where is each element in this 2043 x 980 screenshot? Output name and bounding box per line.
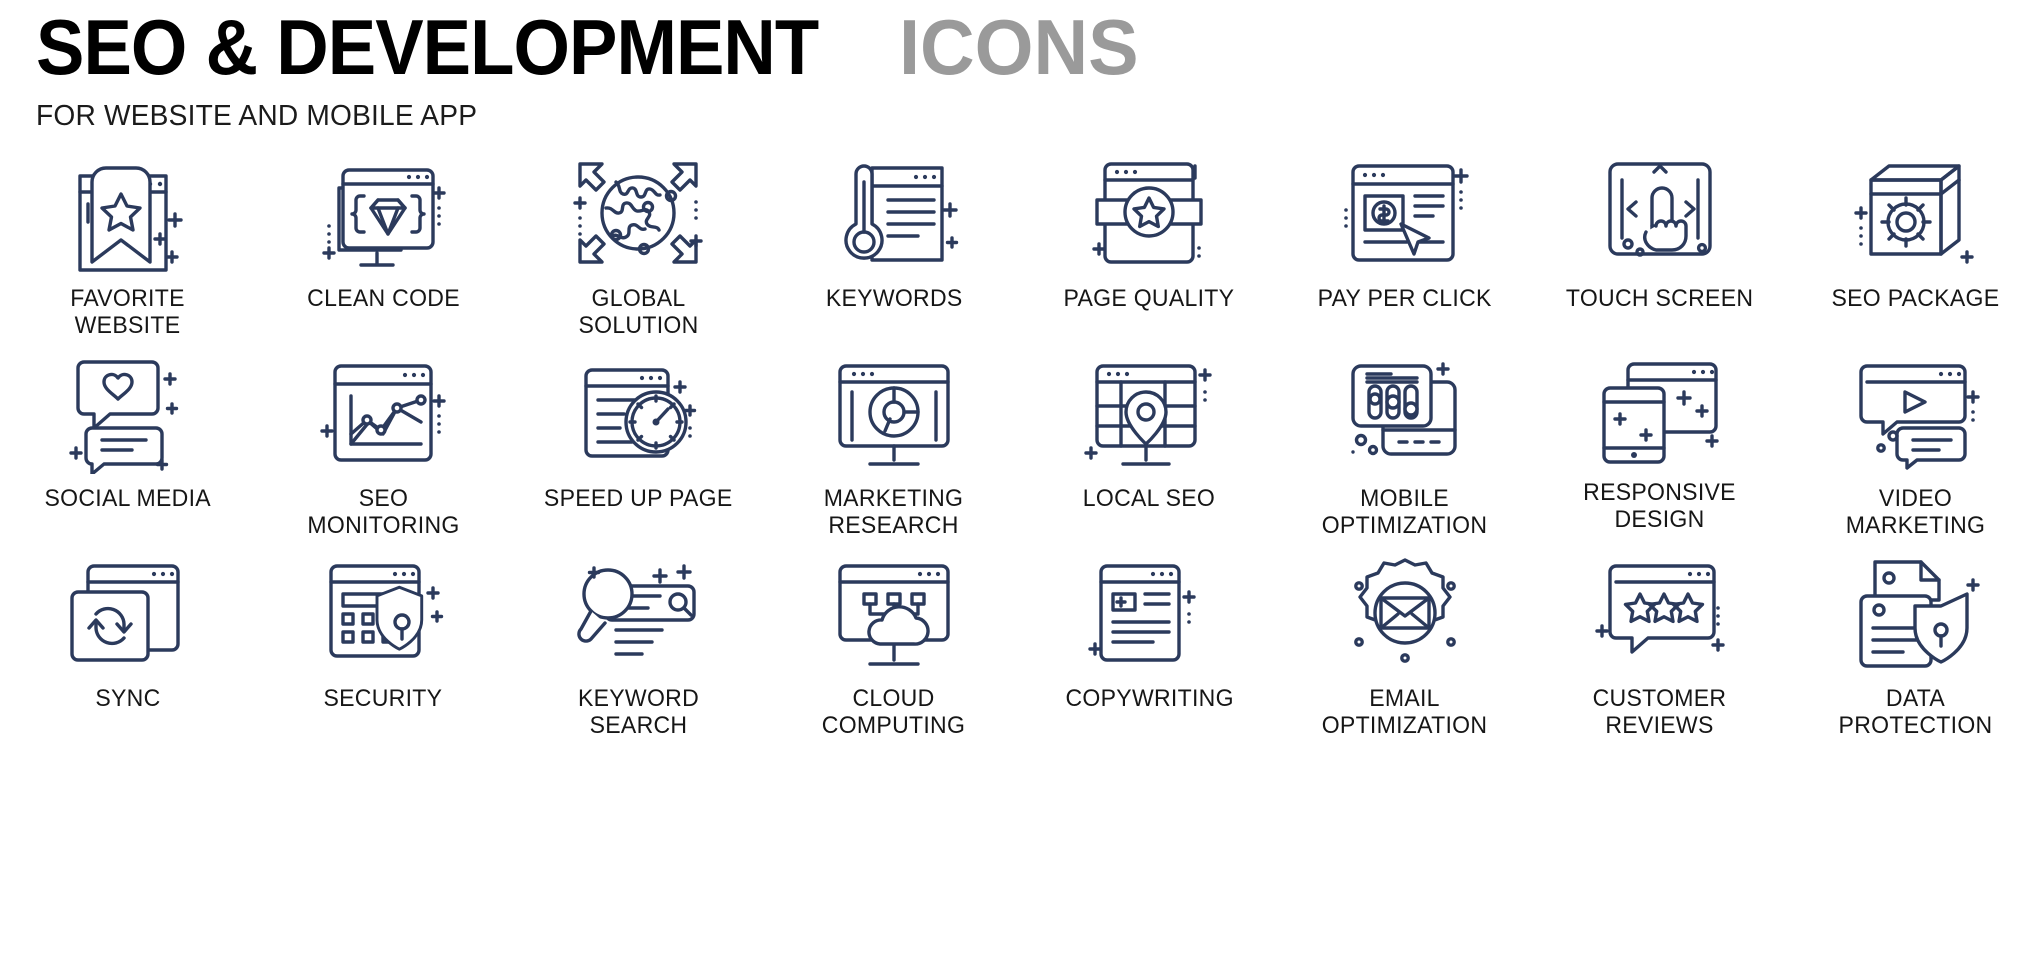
icon-label: SECURITY	[323, 685, 443, 712]
mobile-optimization-icon	[1335, 348, 1475, 478]
icon-cell-seo-monitoring[interactable]: SEO MONITORING	[255, 348, 510, 548]
icon-cell-responsive-design[interactable]: RESPONSIVE DESIGN	[1532, 348, 1787, 548]
icon-label: MOBILE OPTIMIZATION	[1321, 485, 1488, 539]
pay-per-click-icon	[1335, 148, 1475, 278]
icon-label: SEO PACKAGE	[1831, 285, 2000, 312]
clean-code-icon	[313, 148, 453, 278]
copywriting-icon	[1079, 548, 1219, 678]
icon-grid: FAVORITE WEBSITE CLEAN CODE GLOBAL SOLUT…	[0, 148, 2043, 748]
icon-label: MARKETING RESEARCH	[824, 485, 964, 539]
icon-cell-sync[interactable]: SYNC	[0, 548, 255, 748]
icon-label: TOUCH SCREEN	[1566, 285, 1754, 312]
icon-cell-local-seo[interactable]: LOCAL SEO	[1022, 348, 1277, 548]
marketing-research-icon	[824, 348, 964, 478]
icon-label: DATA PROTECTION	[1838, 685, 1993, 739]
icon-cell-cloud-computing[interactable]: CLOUD COMPUTING	[766, 548, 1021, 748]
seo-package-icon	[1845, 148, 1985, 278]
icon-label: VIDEO MARKETING	[1845, 485, 1986, 539]
title-line: SEO & DEVELOPMENT ICONS	[36, 8, 1146, 86]
icon-label: RESPONSIVE DESIGN	[1583, 479, 1737, 533]
keywords-icon	[824, 148, 964, 278]
icon-cell-pay-per-click[interactable]: PAY PER CLICK	[1277, 148, 1532, 348]
icon-cell-touch-screen[interactable]: TOUCH SCREEN	[1532, 148, 1787, 348]
icon-cell-favorite-website[interactable]: FAVORITE WEBSITE	[0, 148, 255, 348]
email-optimization-icon	[1335, 548, 1475, 678]
icon-label: FAVORITE WEBSITE	[70, 285, 185, 339]
icon-label: CLOUD COMPUTING	[822, 685, 966, 739]
icon-label: KEYWORDS	[825, 285, 963, 312]
icon-sheet: SEO & DEVELOPMENT ICONS FOR WEBSITE AND …	[0, 0, 2043, 980]
touch-screen-icon	[1590, 148, 1730, 278]
icon-label: EMAIL OPTIMIZATION	[1321, 685, 1488, 739]
icon-label: SOCIAL MEDIA	[44, 485, 211, 512]
social-media-icon	[58, 348, 198, 478]
icon-cell-security[interactable]: SECURITY	[255, 548, 510, 748]
page-title: SEO & DEVELOPMENT	[36, 3, 819, 91]
icon-cell-global-solution[interactable]: GLOBAL SOLUTION	[511, 148, 766, 348]
icon-label: SEO MONITORING	[306, 485, 460, 539]
seo-monitoring-icon	[313, 348, 453, 478]
icon-cell-social-media[interactable]: SOCIAL MEDIA	[0, 348, 255, 548]
responsive-design-icon	[1590, 348, 1730, 478]
page-header: SEO & DEVELOPMENT ICONS FOR WEBSITE AND …	[36, 8, 1146, 133]
speed-up-page-icon	[568, 348, 708, 478]
icon-cell-copywriting[interactable]: COPYWRITING	[1022, 548, 1277, 748]
icon-cell-email-optimization[interactable]: EMAIL OPTIMIZATION	[1277, 548, 1532, 748]
icon-cell-speed-up-page[interactable]: SPEED UP PAGE	[511, 348, 766, 548]
customer-reviews-icon	[1590, 548, 1730, 678]
icon-label: COPYWRITING	[1065, 685, 1234, 712]
cloud-computing-icon	[824, 548, 964, 678]
sync-icon	[58, 548, 198, 678]
icon-label: KEYWORD SEARCH	[577, 685, 699, 739]
data-protection-icon	[1845, 548, 1985, 678]
page-subtitle: FOR WEBSITE AND MOBILE APP	[36, 100, 478, 132]
icon-cell-data-protection[interactable]: DATA PROTECTION	[1788, 548, 2043, 748]
icon-cell-page-quality[interactable]: PAGE QUALITY	[1022, 148, 1277, 348]
icon-cell-clean-code[interactable]: CLEAN CODE	[255, 148, 510, 348]
favorite-website-icon	[58, 148, 198, 278]
icon-label: SYNC	[95, 685, 161, 712]
icon-label: LOCAL SEO	[1083, 485, 1216, 512]
video-marketing-icon	[1845, 348, 1985, 478]
icon-label: SPEED UP PAGE	[544, 485, 733, 512]
icon-label: CUSTOMER REVIEWS	[1593, 685, 1727, 739]
icon-cell-mobile-optimization[interactable]: MOBILE OPTIMIZATION	[1277, 348, 1532, 548]
icon-cell-customer-reviews[interactable]: CUSTOMER REVIEWS	[1532, 548, 1787, 748]
global-solution-icon	[568, 148, 708, 278]
local-seo-icon	[1079, 348, 1219, 478]
icon-cell-seo-package[interactable]: SEO PACKAGE	[1788, 148, 2043, 348]
icon-cell-keywords[interactable]: KEYWORDS	[766, 148, 1021, 348]
icon-cell-marketing-research[interactable]: MARKETING RESEARCH	[766, 348, 1021, 548]
icon-cell-keyword-search[interactable]: KEYWORD SEARCH	[511, 548, 766, 748]
icon-label: GLOBAL SOLUTION	[578, 285, 699, 339]
page-quality-icon	[1079, 148, 1219, 278]
security-icon	[313, 548, 453, 678]
icon-label: PAGE QUALITY	[1063, 285, 1235, 312]
page-title-accent: ICONS	[899, 3, 1139, 91]
keyword-search-icon	[568, 548, 708, 678]
icon-cell-video-marketing[interactable]: VIDEO MARKETING	[1788, 348, 2043, 548]
icon-label: PAY PER CLICK	[1317, 285, 1492, 312]
icon-label: CLEAN CODE	[306, 285, 460, 312]
